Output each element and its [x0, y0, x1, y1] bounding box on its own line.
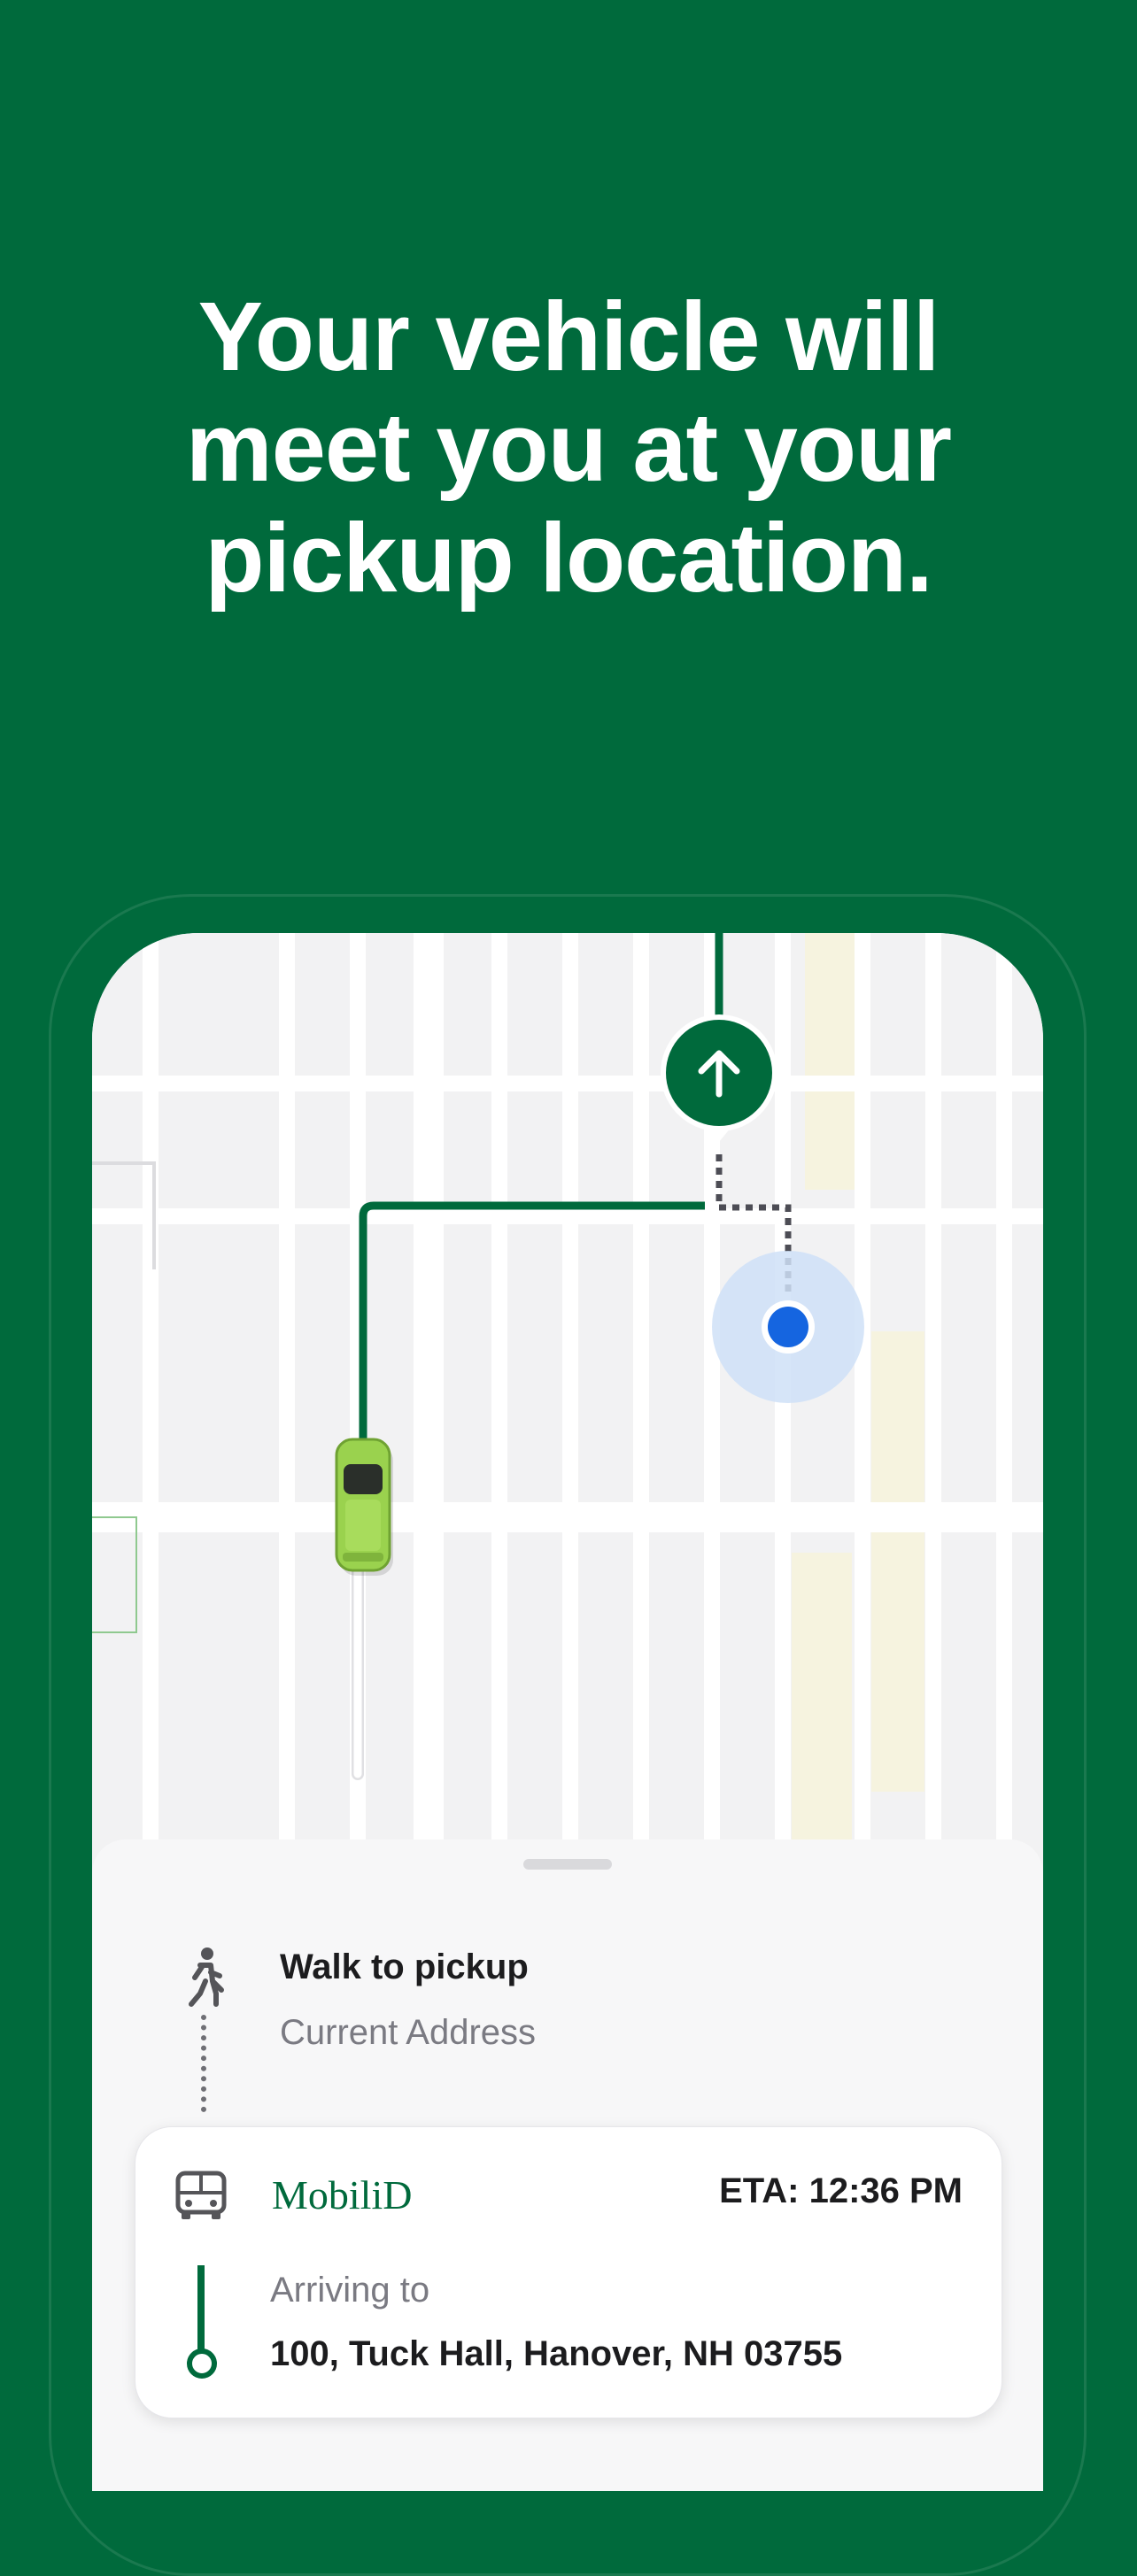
- park-area: [805, 933, 862, 1190]
- provider-logo: MobiliD: [272, 2172, 413, 2217]
- eta-text: ETA: 12:36 PM: [719, 2171, 963, 2210]
- route-end-icon: [187, 2348, 217, 2379]
- headline-line-1: Your vehicle will: [197, 282, 940, 391]
- phone-screen: Walk to pickup Current Address MobiliD E…: [92, 933, 1043, 2491]
- arriving-address: 100, Tuck Hall, Hanover, NH 03755: [270, 2334, 843, 2373]
- headline-line-2: meet you at your: [185, 393, 952, 502]
- walk-subtitle: Current Address: [280, 2013, 537, 2052]
- walk-dots-connector: [201, 2015, 206, 2112]
- arriving-label: Arriving to: [270, 2271, 430, 2310]
- park-area: [792, 1553, 852, 1854]
- trip-sheet[interactable]: Walk to pickup Current Address MobiliD E…: [92, 1839, 1043, 2491]
- current-location-dot: [768, 1307, 808, 1347]
- walking-person-icon: [189, 1947, 224, 2007]
- park-area: [871, 1331, 924, 1792]
- headline: Your vehicle will meet you at your picku…: [0, 282, 1137, 613]
- map[interactable]: [92, 933, 1043, 1854]
- vehicle-marker: [335, 1438, 393, 1576]
- headline-line-3: pickup location.: [205, 504, 932, 613]
- vehicle-card[interactable]: MobiliD ETA: 12:36 PM Arriving to 100, T…: [135, 2126, 1002, 2418]
- walk-title: Walk to pickup: [280, 1947, 529, 1986]
- route-line-icon: [197, 2265, 205, 2352]
- van-icon: [175, 2171, 227, 2219]
- sheet-handle[interactable]: [523, 1859, 612, 1870]
